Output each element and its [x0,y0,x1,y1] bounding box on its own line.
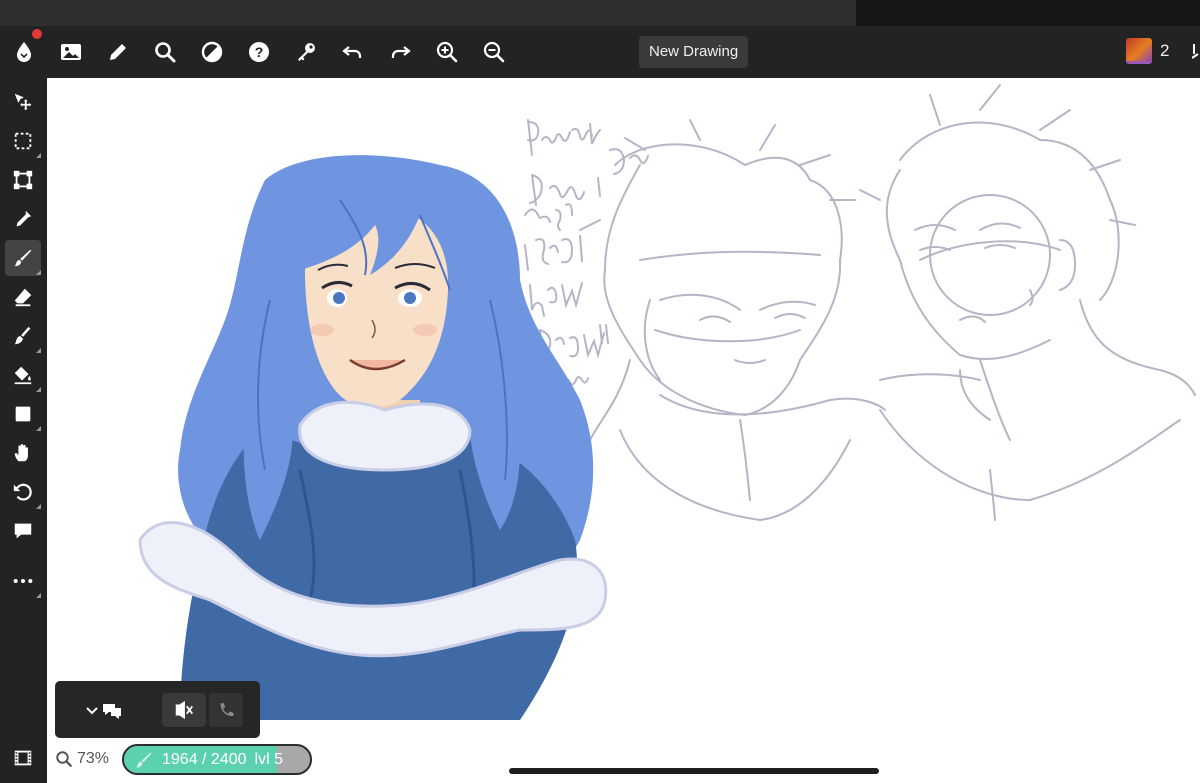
submenu-indicator [36,504,41,509]
sketch-lines [524,84,1196,522]
status-bar-segment [0,0,856,26]
drawing-canvas[interactable] [47,78,1200,783]
magnifier-icon [56,751,72,767]
system-status-bar [0,0,1200,26]
zoom-out-icon[interactable] [476,34,512,70]
home-indicator[interactable] [509,768,879,774]
app-logo-icon[interactable] [6,34,42,70]
overflow-icon[interactable] [1192,40,1200,64]
eyedropper-tool[interactable] [5,201,41,237]
pixel-stats: 1964 / 2400 [162,750,247,768]
timelapse-button[interactable] [5,740,41,776]
brush-tool[interactable] [5,240,41,276]
film-icon [14,750,32,766]
document-title-button[interactable]: New Drawing [639,36,749,68]
undo-icon[interactable] [335,34,371,70]
adjust-icon[interactable] [194,34,230,70]
zoom-in-icon[interactable] [429,34,465,70]
help-icon[interactable]: ? [241,34,277,70]
fill-tool[interactable] [5,357,41,393]
mute-speaker-icon [175,700,193,720]
square-icon [15,406,31,422]
call-button[interactable] [209,693,243,727]
svg-text:?: ? [255,44,264,60]
pencil-icon[interactable] [100,34,136,70]
submenu-indicator [36,348,41,353]
selection-icon [14,132,32,150]
submenu-indicator [36,426,41,431]
online-users[interactable]: 2 [1126,38,1169,64]
zoom-level[interactable]: 73% [55,750,109,768]
brush-icon [14,249,32,267]
zoom-value: 73% [77,750,110,767]
smudge-tool[interactable] [5,318,41,354]
bucket-icon [14,366,32,385]
left-toolbar [0,78,47,783]
smudge-icon [14,326,31,345]
hand-tool[interactable] [5,435,41,471]
eyedropper-icon [16,210,32,227]
eraser-icon [14,288,32,307]
gallery-icon[interactable] [53,34,89,70]
eraser-tool[interactable] [5,279,41,315]
phone-icon [220,703,234,717]
select-tool[interactable] [5,123,41,159]
chat-toggle-button[interactable] [73,693,129,727]
redo-icon[interactable] [382,34,418,70]
rotate-icon [13,483,32,501]
chat-panel [55,681,260,738]
key-icon[interactable] [288,34,324,70]
hand-icon [14,444,28,462]
chat-icon [86,704,121,719]
transform-icon [13,170,33,190]
rotate-tool[interactable] [5,474,41,510]
user-avatar [1126,38,1152,64]
search-icon[interactable] [147,34,183,70]
submenu-indicator [36,387,41,392]
move-tool[interactable] [5,84,41,120]
move-icon [14,93,32,111]
top-toolbar: ? New Drawing 2 [0,26,1200,78]
shape-tool[interactable] [5,396,41,432]
submenu-indicator [36,270,41,275]
notification-dot [32,29,42,39]
speech-bubble-icon [14,523,32,539]
artwork [138,84,1196,720]
dots-icon [13,578,33,584]
comment-tool[interactable] [5,513,41,549]
user-count: 2 [1160,41,1170,60]
more-tools[interactable] [5,563,41,599]
brush-stats-icon [136,752,152,767]
transform-tool[interactable] [5,162,41,198]
submenu-indicator [36,153,41,158]
voice-chat-button[interactable] [162,693,206,727]
stats-pill[interactable]: 1964 / 2400 lvl 5 [122,744,312,775]
level-label: lvl 5 [254,750,283,768]
submenu-indicator [36,593,41,598]
